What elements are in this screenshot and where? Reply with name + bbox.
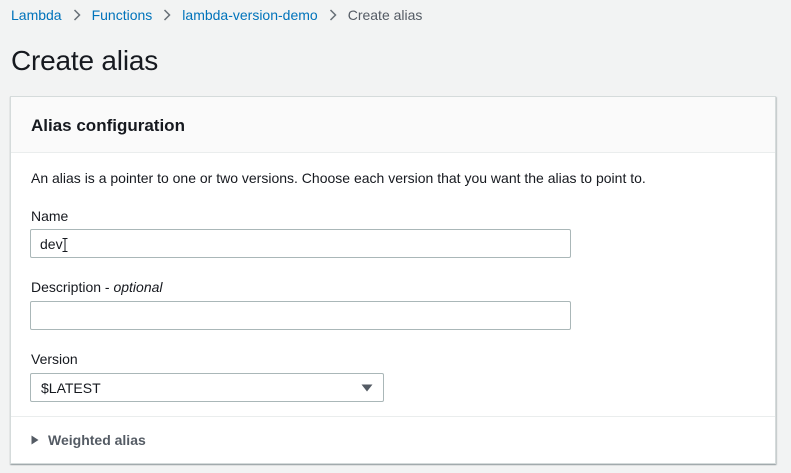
version-label: Version [31,351,78,367]
breadcrumb-lambda[interactable]: Lambda [11,7,62,23]
name-label: Name [31,208,69,224]
caret-right-icon [31,435,39,445]
page-title: Create alias [11,45,159,76]
description-input[interactable] [30,301,571,330]
version-selected-value: $LATEST [41,379,101,396]
chevron-right-icon [152,9,182,21]
text-cursor-icon [62,238,68,252]
panel-header: Alias configuration [11,97,775,153]
weighted-alias-expander[interactable]: Weighted alias [31,432,146,448]
breadcrumb: Lambda Functions lambda-version-demo Cre… [11,6,422,24]
description-label: Description - optional [31,279,163,295]
description-label-text: Description - [31,279,114,295]
alias-configuration-panel: Alias configuration An alias is a pointe… [10,96,776,464]
optional-hint: optional [113,279,163,295]
version-select[interactable]: $LATEST [30,373,384,402]
panel-title: Alias configuration [31,116,185,135]
breadcrumb-function-name[interactable]: lambda-version-demo [182,7,317,23]
chevron-right-icon [62,9,92,21]
chevron-right-icon [318,9,348,21]
breadcrumb-current: Create alias [347,7,423,23]
alias-name-input[interactable] [30,229,571,258]
panel-description: An alias is a pointer to one or two vers… [31,170,646,186]
caret-down-icon [361,384,373,391]
divider [11,416,775,417]
weighted-alias-label: Weighted alias [48,432,146,448]
breadcrumb-functions[interactable]: Functions [92,7,153,23]
